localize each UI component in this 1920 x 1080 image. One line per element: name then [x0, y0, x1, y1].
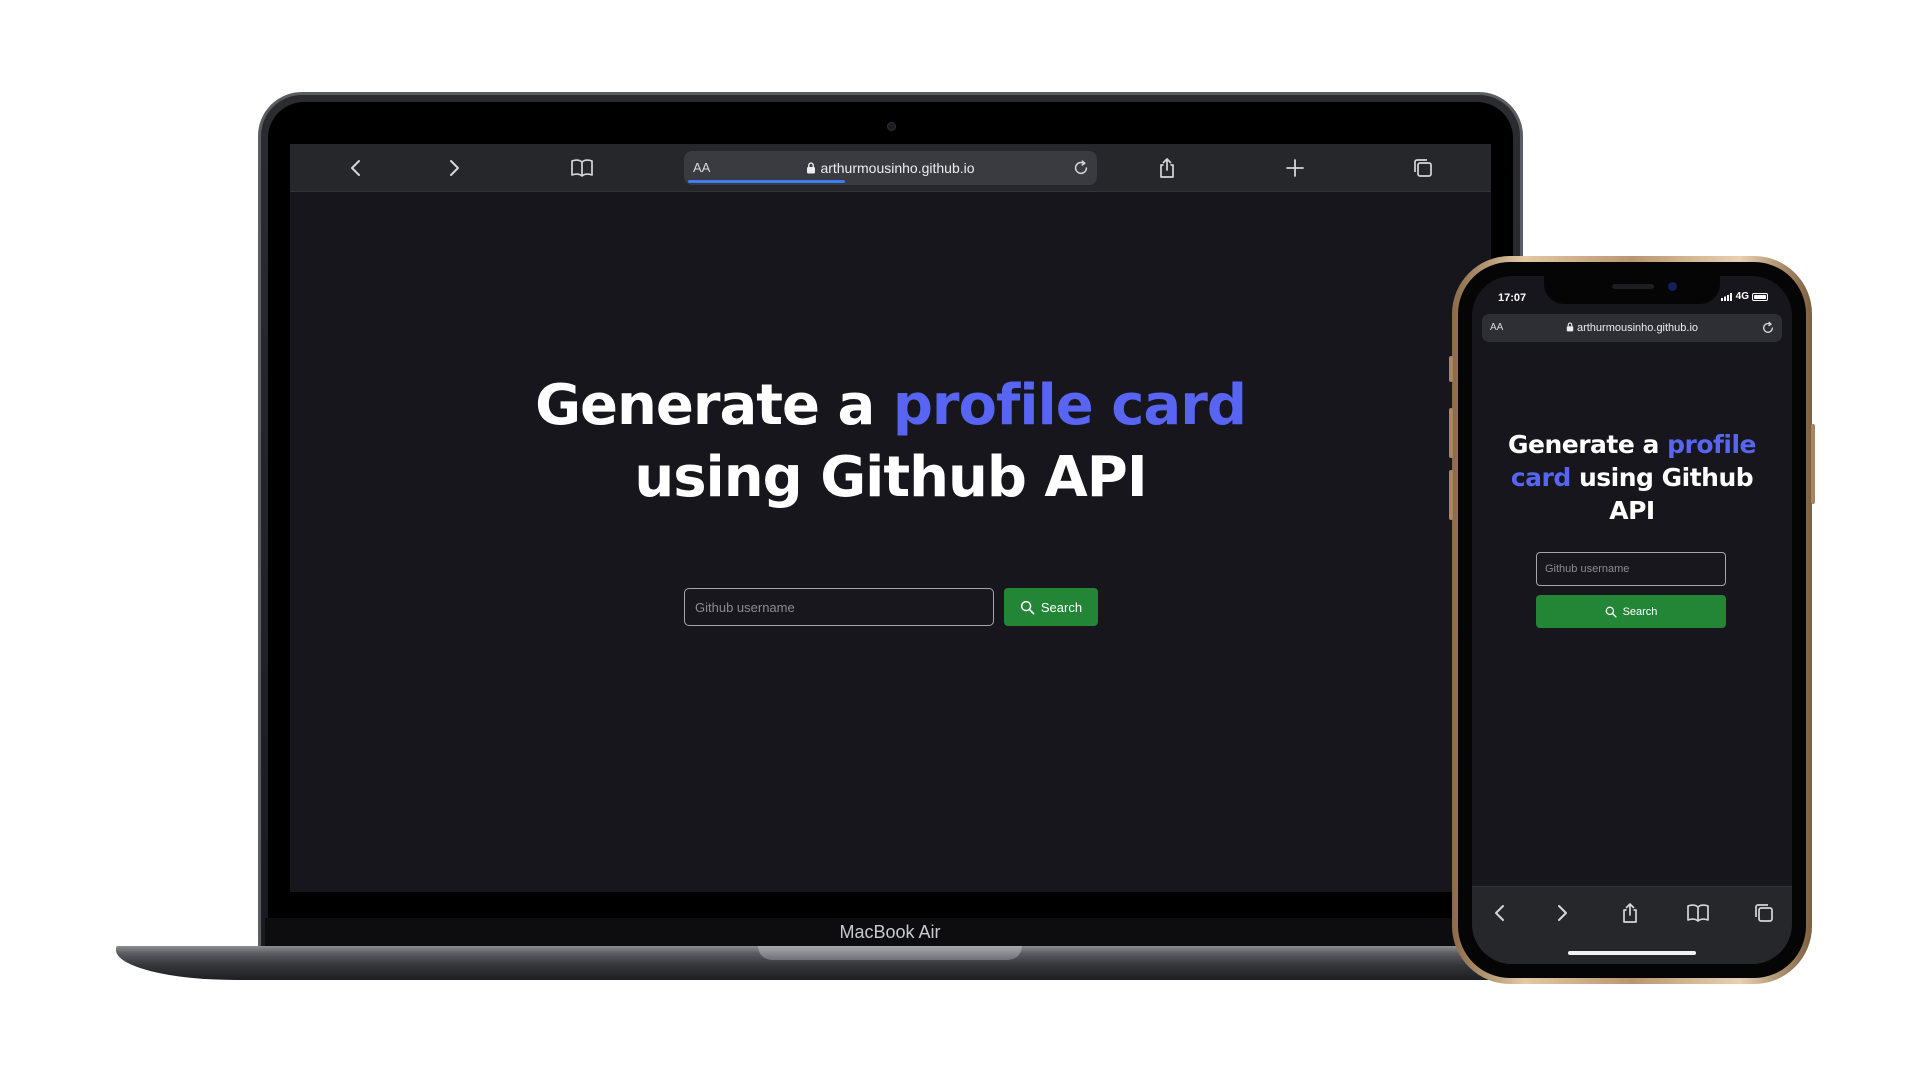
phone-camera	[1668, 282, 1677, 291]
lock-icon	[1566, 322, 1574, 332]
search-form: Search	[684, 588, 1098, 626]
search-icon	[1605, 606, 1617, 618]
laptop-hinge-notch	[758, 946, 1022, 960]
chevron-right-icon[interactable]	[1550, 901, 1574, 925]
page-title: Generate a profile card using Github API	[290, 370, 1491, 514]
phone-page-title: Generate a profile card using Github API	[1492, 428, 1772, 527]
status-indicators: 4G	[1720, 291, 1768, 302]
phone-volume-up-button	[1449, 408, 1453, 458]
battery-icon	[1752, 292, 1768, 301]
title-suffix: using Github API	[1570, 463, 1754, 525]
signal-icon	[1720, 292, 1732, 301]
search-icon	[1020, 600, 1035, 614]
phone-safari-toolbar	[1472, 886, 1792, 964]
plus-icon[interactable]	[1283, 156, 1307, 180]
phone-notch	[1544, 276, 1720, 304]
bookmarks-icon[interactable]	[1686, 901, 1710, 925]
phone-search-button-label: Search	[1622, 605, 1658, 618]
network-label: 4G	[1735, 291, 1749, 302]
laptop-camera	[887, 122, 896, 131]
title-suffix: using Github API	[634, 445, 1147, 510]
title-accent: profile card	[892, 373, 1247, 438]
chevron-right-icon[interactable]	[442, 156, 466, 180]
page-load-progress	[688, 180, 845, 183]
title-prefix: Generate a	[535, 373, 893, 438]
bookmarks-icon[interactable]	[570, 156, 594, 180]
chevron-left-icon[interactable]	[1488, 901, 1512, 925]
tabs-icon[interactable]	[1411, 156, 1435, 180]
phone-address-bar[interactable]: AA arthurmousinho.github.io	[1482, 314, 1782, 342]
status-time: 17:07	[1498, 292, 1527, 304]
phone-side-button	[1811, 424, 1815, 504]
search-button-label: Search	[1040, 599, 1083, 615]
phone-mute-switch	[1449, 356, 1453, 382]
github-username-input[interactable]	[684, 588, 994, 626]
share-icon[interactable]	[1155, 156, 1179, 180]
phone-volume-down-button	[1449, 470, 1453, 520]
lock-icon	[807, 162, 816, 174]
reload-icon[interactable]	[1760, 320, 1776, 336]
home-indicator	[1568, 951, 1696, 955]
chevron-left-icon[interactable]	[344, 156, 368, 180]
address-bar[interactable]: AA arthurmousinho.github.io	[684, 151, 1097, 185]
title-prefix: Generate a	[1508, 430, 1668, 459]
phone-search-button[interactable]: Search	[1536, 595, 1726, 628]
laptop-screen: AA arthurmousinho.github.io Generate a p…	[290, 144, 1491, 892]
phone-url-text: arthurmousinho.github.io	[1576, 322, 1699, 334]
web-page: Generate a profile card using Github API…	[290, 192, 1491, 892]
search-button[interactable]: Search	[1004, 588, 1098, 626]
share-icon[interactable]	[1618, 901, 1642, 925]
phone-github-username-input[interactable]	[1536, 552, 1726, 586]
safari-toolbar: AA arthurmousinho.github.io	[290, 144, 1491, 192]
phone-speaker	[1612, 284, 1654, 289]
reload-icon[interactable]	[1071, 158, 1091, 178]
tabs-icon[interactable]	[1752, 901, 1776, 925]
url-text: arthurmousinho.github.io	[820, 160, 975, 176]
phone-screen: 17:07 4G AA arthurmousinho.github.io Gen…	[1472, 276, 1792, 964]
